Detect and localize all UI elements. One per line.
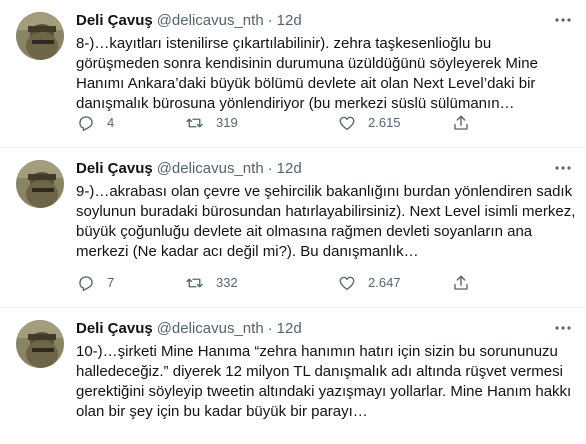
author-handle[interactable]: @delicavus_nth bbox=[157, 12, 264, 29]
reply-count: 4 bbox=[107, 115, 115, 130]
avatar[interactable] bbox=[16, 320, 64, 368]
reply-icon bbox=[76, 273, 95, 292]
tweet-time[interactable]: 12d bbox=[277, 12, 302, 29]
like-count: 2.647 bbox=[368, 275, 401, 290]
avatar-photo bbox=[16, 12, 64, 60]
tweet-feed: Deli Çavuş @delicavus_nth · 12d 8-)…kayı… bbox=[0, 0, 586, 444]
tweet-text: 9-)…akrabası olan çevre ve şehircilik ba… bbox=[76, 183, 576, 260]
tweet[interactable]: Deli Çavuş @delicavus_nth · 12d 9-)…akra… bbox=[0, 148, 586, 308]
reply-button[interactable]: 7 bbox=[76, 273, 185, 292]
share-icon bbox=[451, 113, 470, 132]
retweet-button[interactable]: 319 bbox=[185, 113, 337, 132]
tweet-actions: 4 319 2.615 bbox=[76, 113, 470, 132]
author-handle[interactable]: @delicavus_nth bbox=[157, 320, 264, 337]
author-name[interactable]: Deli Çavuş bbox=[76, 320, 153, 337]
share-icon bbox=[451, 273, 470, 292]
avatar[interactable] bbox=[16, 12, 64, 60]
tweet-actions: 7 332 2.647 bbox=[76, 273, 470, 292]
reply-button[interactable]: 4 bbox=[76, 113, 185, 132]
author-name[interactable]: Deli Çavuş bbox=[76, 12, 153, 29]
heart-icon bbox=[337, 273, 356, 292]
tweet-time[interactable]: 12d bbox=[277, 160, 302, 177]
like-button[interactable]: 2.647 bbox=[337, 273, 451, 292]
retweet-count: 319 bbox=[216, 115, 238, 130]
like-count: 2.615 bbox=[368, 115, 401, 130]
retweet-icon bbox=[185, 113, 204, 132]
retweet-count: 332 bbox=[216, 275, 238, 290]
tweet-header: Deli Çavuş @delicavus_nth · 12d bbox=[76, 318, 574, 338]
more-icon[interactable] bbox=[552, 158, 574, 178]
reply-icon bbox=[76, 113, 95, 132]
tweet[interactable]: Deli Çavuş @delicavus_nth · 12d 8-)…kayı… bbox=[0, 0, 586, 148]
separator-dot: · bbox=[267, 319, 273, 337]
tweet-text: 8-)…kayıtları istenilirse çıkartılabilin… bbox=[76, 35, 538, 112]
tweet-header: Deli Çavuş @delicavus_nth · 12d bbox=[76, 10, 574, 30]
avatar-photo bbox=[16, 160, 64, 208]
share-button[interactable] bbox=[451, 113, 470, 132]
avatar[interactable] bbox=[16, 160, 64, 208]
author-name[interactable]: Deli Çavuş bbox=[76, 160, 153, 177]
tweet-time[interactable]: 12d bbox=[277, 320, 302, 337]
retweet-button[interactable]: 332 bbox=[185, 273, 337, 292]
like-button[interactable]: 2.615 bbox=[337, 113, 451, 132]
tweet-text: 10-)…şirketi Mine Hanıma “zehra hanımın … bbox=[76, 343, 572, 420]
author-handle[interactable]: @delicavus_nth bbox=[157, 160, 264, 177]
more-icon[interactable] bbox=[552, 10, 574, 30]
separator-dot: · bbox=[267, 11, 273, 29]
avatar-photo bbox=[16, 320, 64, 368]
separator-dot: · bbox=[267, 159, 273, 177]
share-button[interactable] bbox=[451, 273, 470, 292]
tweet-header: Deli Çavuş @delicavus_nth · 12d bbox=[76, 158, 574, 178]
more-icon[interactable] bbox=[552, 318, 574, 338]
retweet-icon bbox=[185, 273, 204, 292]
heart-icon bbox=[337, 113, 356, 132]
reply-count: 7 bbox=[107, 275, 115, 290]
tweet[interactable]: Deli Çavuş @delicavus_nth · 12d 10-)…şir… bbox=[0, 308, 586, 444]
